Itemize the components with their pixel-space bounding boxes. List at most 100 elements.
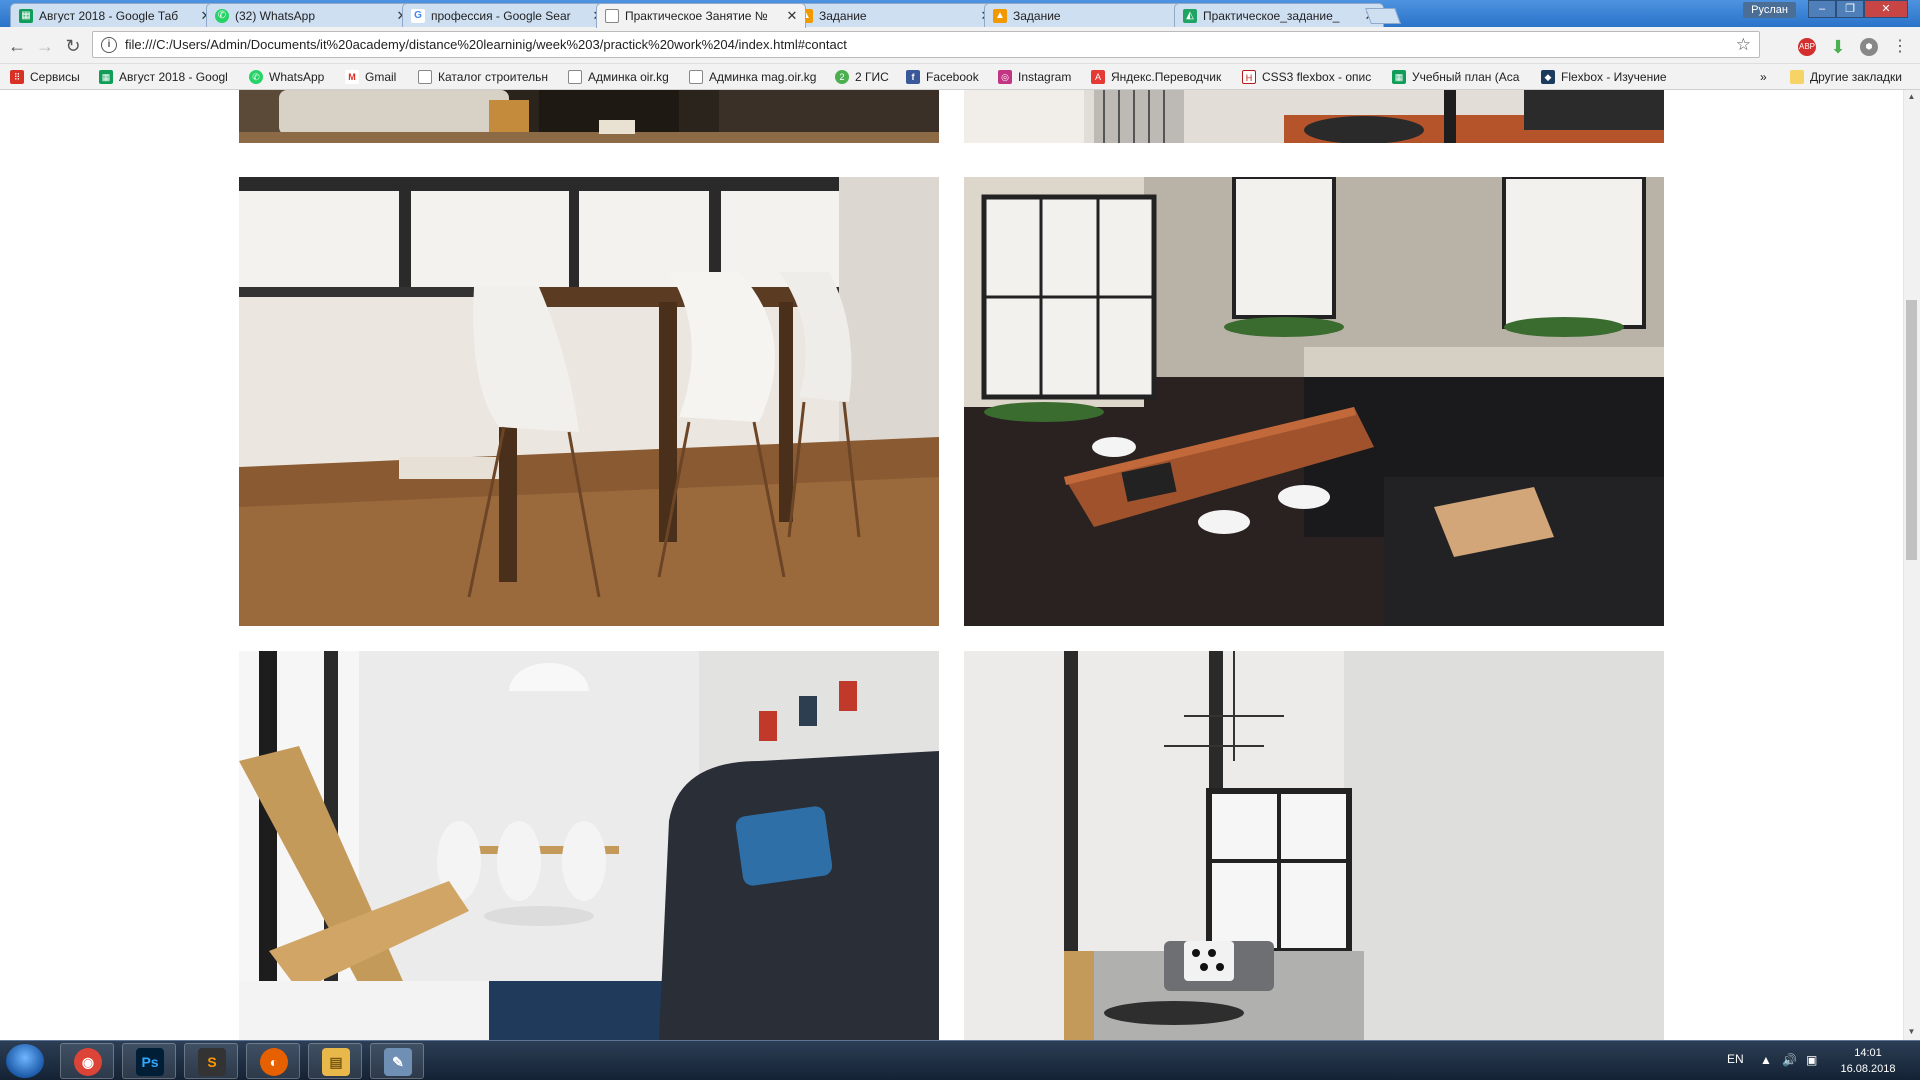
tab-1[interactable]: ✆ (32) WhatsApp ✕ [206,3,416,27]
extension-icon[interactable]: ⬢ [1860,38,1878,56]
network-icon[interactable]: ▣ [1806,1053,1817,1067]
info-icon[interactable]: i [101,36,117,53]
tab-label: Задание [1013,8,1061,23]
photo-white-room-window[interactable] [964,651,1664,1040]
profile-button[interactable]: Руслан [1743,2,1796,18]
star-icon[interactable]: ☆ [1736,35,1751,55]
bookmark-13[interactable]: ◆ Flexbox - Изучение [1541,69,1683,85]
tab-2[interactable]: G профессия - Google Sear ✕ [402,3,612,27]
bookmark-label: Facebook [926,70,979,84]
bookmark-label: Админка oir.kg [588,70,669,84]
bookmark-services[interactable]: ⠿ Сервисы [10,69,90,85]
whatsapp-icon: ✆ [249,70,263,84]
address-url: file:///C:/Users/Admin/Documents/it%20ac… [125,37,847,52]
bookmarks-overflow-button[interactable]: » [1760,69,1774,85]
htmlbook-icon: H [1242,70,1256,84]
language-indicator[interactable]: EN [1727,1052,1744,1066]
bookmark-label: Flexbox - Изучение [1561,70,1667,84]
facebook-icon: f [906,70,920,84]
bookmark-7[interactable]: 2 2 ГИС [835,69,897,85]
menu-icon[interactable]: ⋮ [1891,38,1909,56]
scrollbar-thumb[interactable] [1906,300,1917,560]
photo-bedroom-rug-image [964,90,1664,143]
reload-button[interactable]: ↻ [62,35,84,57]
chrome-taskbar-button[interactable]: ◉ [60,1043,114,1079]
tab-label: Практическое_задание_ [1203,8,1340,23]
bookmark-6[interactable]: Админка mag.oir.kg [689,69,827,85]
tab-label: Практическое Занятие № [625,9,768,23]
bookmark-1[interactable]: ▦ Август 2018 - Googl [99,69,233,85]
bookmark-2[interactable]: ✆ WhatsApp [249,69,331,85]
page-scrollbar[interactable] [1903,90,1920,1040]
photoshop-taskbar-icon: Ps [136,1048,164,1076]
tab-0[interactable]: ▦ Август 2018 - Google Таб ✕ [10,3,220,27]
scroll-down-arrow[interactable]: ▼ [1906,1027,1917,1039]
chrome-taskbar-icon: ◉ [74,1048,102,1076]
photoshop-taskbar-button[interactable]: Ps [122,1043,176,1079]
window-close-button[interactable]: ✕ [1864,0,1908,18]
sheets-icon: ▦ [99,70,113,84]
taskbar: ◉ Ps S ◐ ▤ ✎ EN ▲ 🔊 ▣ 14:01 16.08.2018 [0,1040,1920,1080]
other-bookmarks[interactable]: Другие закладки [1790,69,1918,85]
adblock-icon[interactable]: ABP [1798,38,1816,56]
paint-taskbar-button[interactable]: ✎ [370,1043,424,1079]
classroom-icon: ▲ [993,8,1007,23]
system-clock[interactable]: 14:01 16.08.2018 [1836,1045,1900,1077]
browser-window: ▦ Август 2018 - Google Таб ✕ ✆ (32) What… [0,0,1920,1040]
tab-5[interactable]: ▲ Задание ✕ [984,3,1194,27]
folder-icon: ▤ [322,1048,350,1076]
tab-strip: ▦ Август 2018 - Google Таб ✕ ✆ (32) What… [0,0,1920,28]
tab-label: Задание [819,8,867,23]
tab-6[interactable]: ◭ Практическое_задание_ ✕ [1174,3,1384,27]
file-icon [689,70,703,84]
bookmark-label: Сервисы [30,70,80,84]
instagram-icon: ◎ [998,70,1012,84]
bookmark-5[interactable]: Админка oir.kg [568,69,678,85]
bookmark-label: Админка mag.oir.kg [709,70,817,84]
tab-4[interactable]: ▲ Задание ✕ [790,3,1000,27]
bookmark-10[interactable]: A Яндекс.Переводчик [1091,69,1229,85]
photo-dining-table-white-chairs-image [239,177,939,626]
bookmark-3[interactable]: M Gmail [345,69,407,85]
photo-living-room-dark-sofa[interactable] [239,651,939,1040]
google-icon: G [411,8,425,23]
new-tab-button[interactable] [1365,8,1401,24]
bookmark-label: Instagram [1018,70,1072,84]
sublime-taskbar-button[interactable]: S [184,1043,238,1079]
address-bar[interactable]: i file:///C:/Users/Admin/Documents/it%20… [92,31,1760,58]
bookmark-label: Яндекс.Переводчик [1111,70,1222,84]
tab-3-active[interactable]: Практическое Занятие № ✕ [596,3,806,28]
bookmark-label: CSS3 flexbox - опис [1262,70,1372,84]
download-icon[interactable]: ⬇ [1829,38,1847,56]
explorer-taskbar-button[interactable]: ▤ [308,1043,362,1079]
photo-bedroom-rug[interactable] [964,90,1664,143]
bookmarks-bar: ⠿ Сервисы ▦ Август 2018 - Googl ✆ WhatsA… [0,64,1920,90]
bookmark-11[interactable]: H CSS3 flexbox - опис [1242,69,1378,85]
firefox-taskbar-button[interactable]: ◐ [246,1043,300,1079]
bookmark-9[interactable]: ◎ Instagram [998,69,1082,85]
bookmark-8[interactable]: f Facebook [906,69,988,85]
photo-living-room-sofa[interactable] [239,90,939,143]
start-button[interactable] [6,1044,44,1078]
browser-toolbar: ← → ↻ i file:///C:/Users/Admin/Documents… [0,27,1920,64]
maximize-button[interactable]: ❐ [1836,0,1864,18]
bookmark-4[interactable]: Каталог строительн [418,69,554,85]
forward-button[interactable]: → [34,35,56,57]
minimize-button[interactable]: – [1808,0,1836,18]
close-icon[interactable]: ✕ [785,8,799,24]
photo-living-room-sofa-image [239,90,939,143]
clock-date: 16.08.2018 [1840,1063,1896,1075]
bookmark-12[interactable]: ▦ Учебный план (Aca [1392,69,1530,85]
photo-dining-table-white-chairs[interactable] [239,177,939,626]
tray-overflow-icon[interactable]: ▲ [1760,1053,1772,1067]
apps-grid-icon: ⠿ [10,70,24,84]
volume-icon[interactable]: 🔊 [1782,1053,1797,1067]
yandex-translate-icon: A [1091,70,1105,84]
photo-loft-kitchen-brick[interactable] [964,177,1664,626]
scroll-up-arrow[interactable]: ▲ [1906,92,1917,104]
back-button[interactable]: ← [6,35,28,57]
bookmark-label: Август 2018 - Googl [119,70,228,84]
clock-time: 14:01 [1854,1047,1882,1059]
bookmark-label: Каталог строительн [438,70,549,84]
sublime-taskbar-icon: S [198,1048,226,1076]
